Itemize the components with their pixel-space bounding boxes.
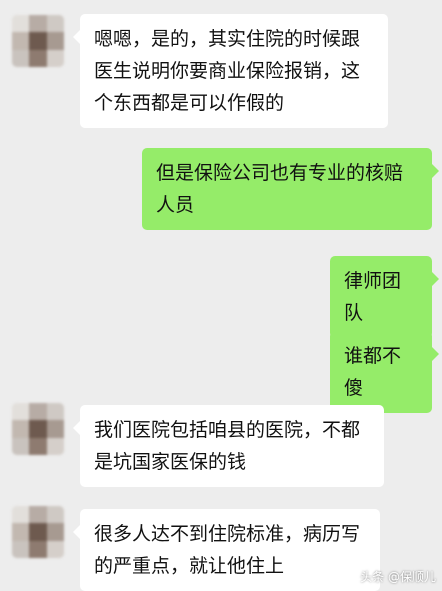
message-bubble-incoming[interactable]: 嗯嗯，是的，其实住院的时候跟医生说明你要商业保险报销，这个东西都是可以作假的 bbox=[73, 14, 388, 128]
message-bubble-incoming[interactable]: 我们医院包括咱县的医院，不都是坑国家医保的钱 bbox=[73, 405, 384, 487]
message-bubble-outgoing[interactable]: 但是保险公司也有专业的核赔人员 bbox=[142, 148, 439, 230]
avatar[interactable] bbox=[12, 403, 64, 455]
message-bubble-outgoing[interactable]: 谁都不傻 bbox=[330, 331, 439, 413]
avatar[interactable] bbox=[12, 506, 64, 558]
watermark: 头条 @保顺儿 bbox=[360, 570, 436, 584]
message-bubble-incoming[interactable]: 很多人达不到住院标准，病历写的严重点，就让他住上 bbox=[73, 509, 380, 591]
avatar[interactable] bbox=[12, 15, 64, 67]
message-bubble-outgoing[interactable]: 律师团队 bbox=[330, 256, 439, 338]
